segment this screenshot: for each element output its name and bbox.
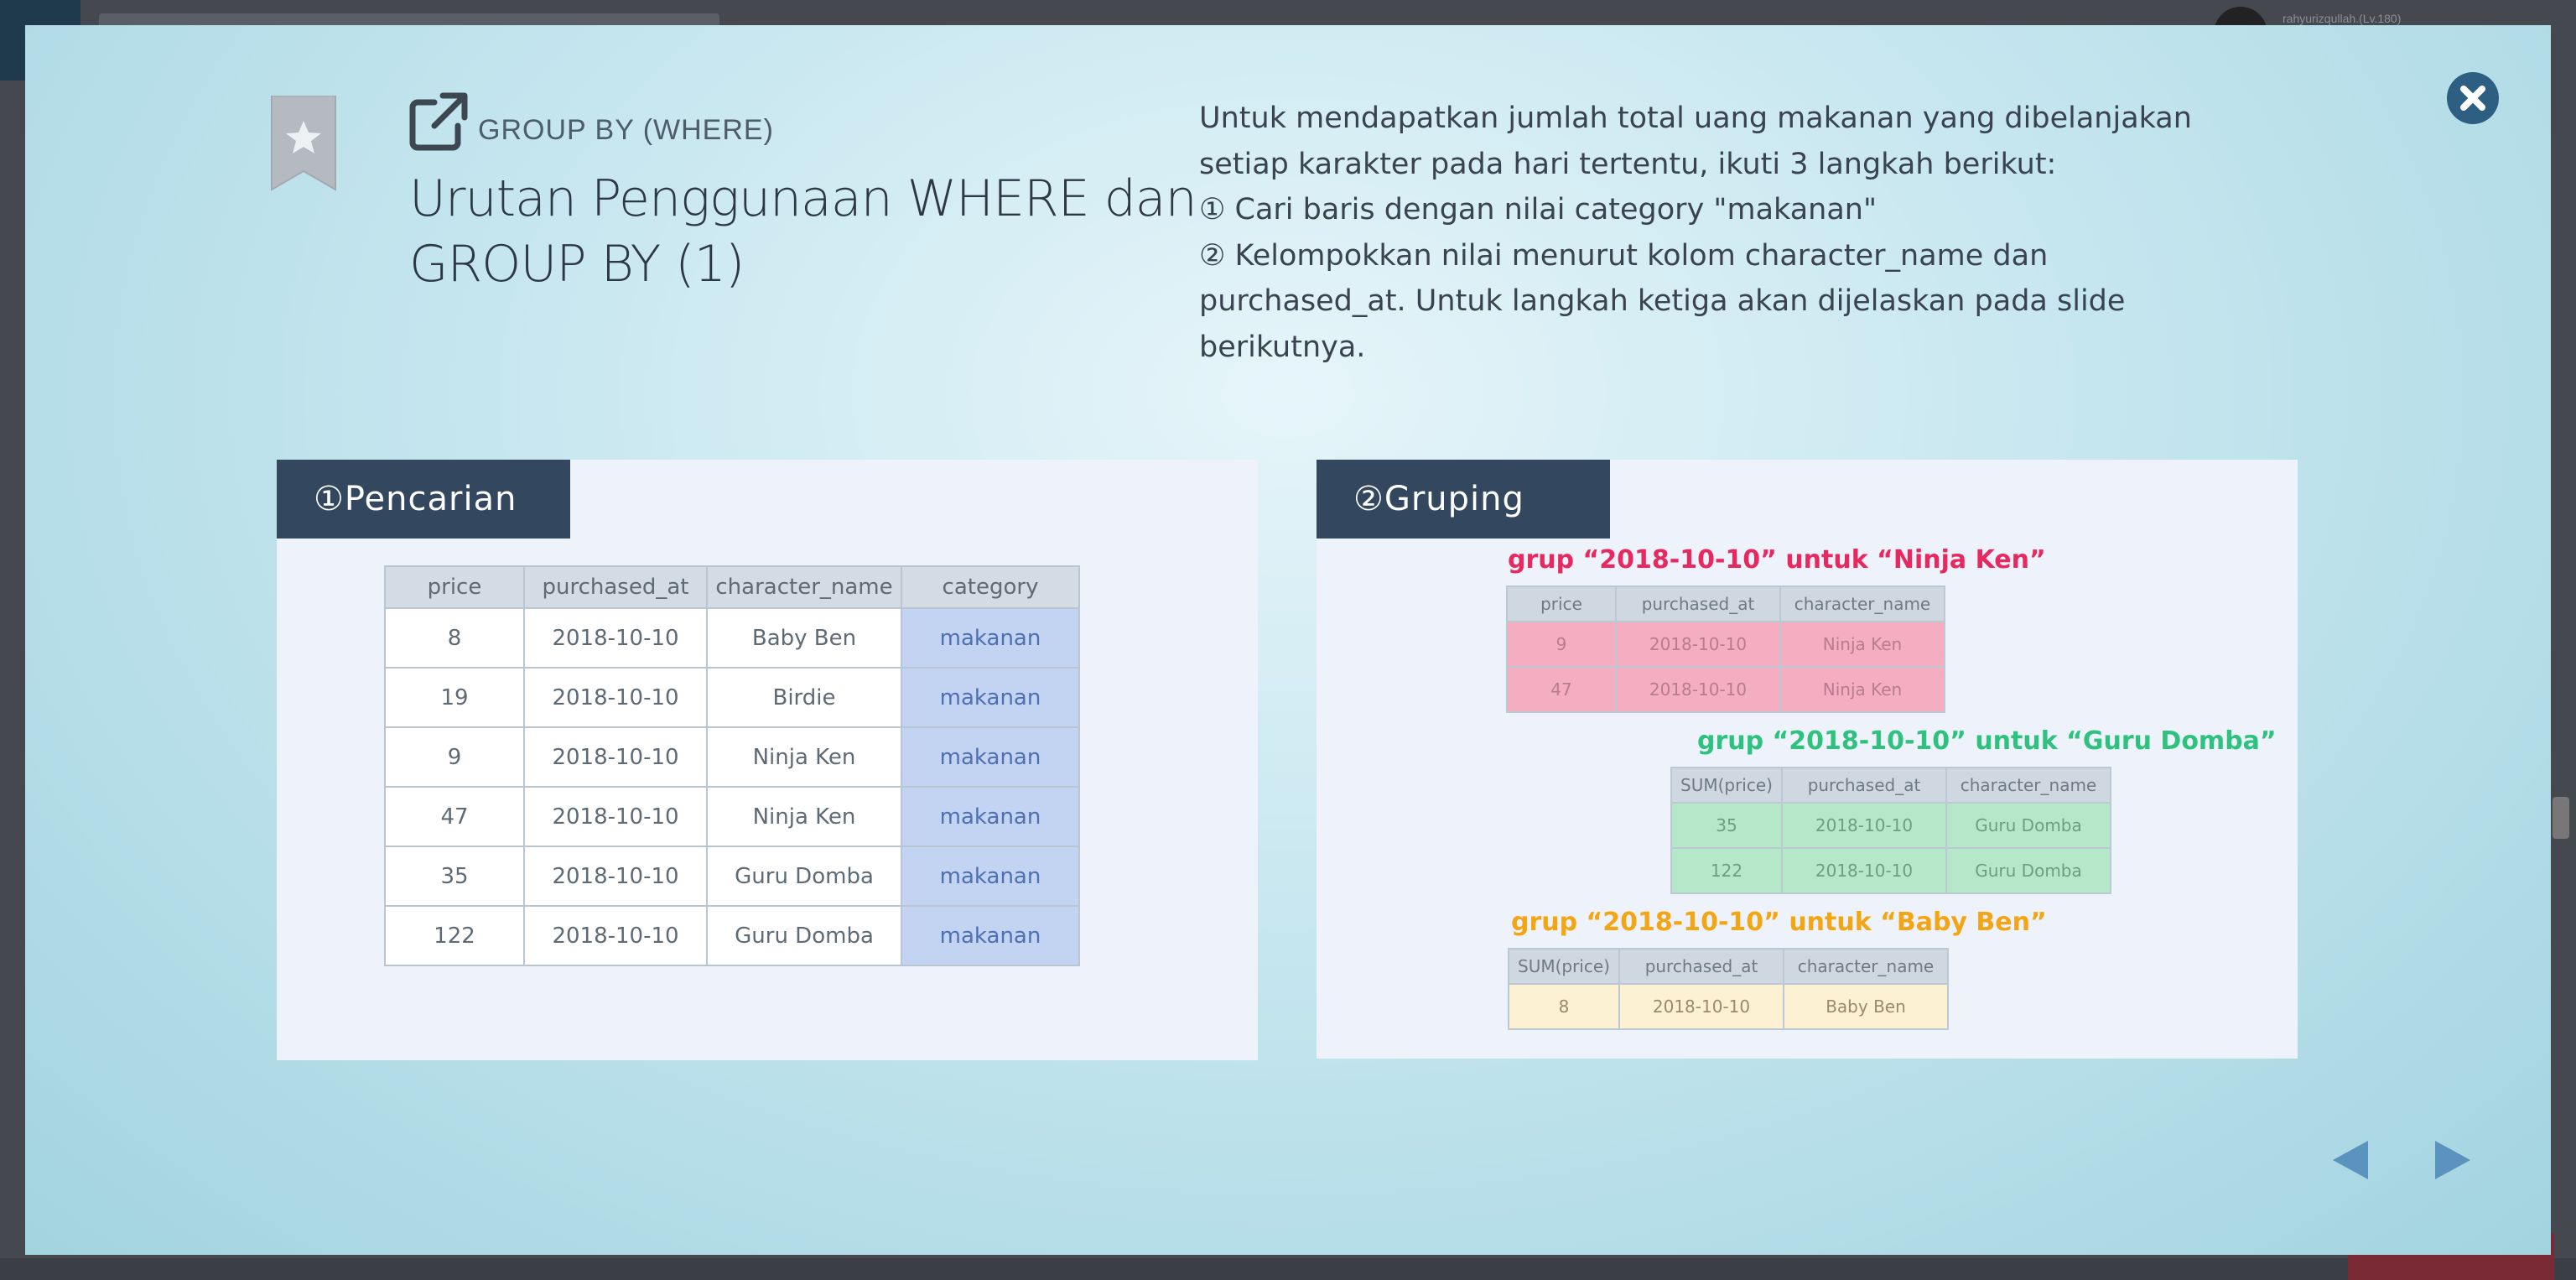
cell-price: 122 [384, 905, 525, 966]
table-row: 47 2018-10-10 Ninja Ken makanan [384, 786, 1080, 847]
group-label-baby-ben: grup “2018-10-10” untuk “Baby Ben” [1511, 908, 2047, 937]
slide-title: Urutan Penggunaan WHERE dan GROUP BY (1) [409, 169, 1197, 294]
table-row: 8 2018-10-10 Baby Ben makanan [384, 607, 1080, 669]
slide-modal: GROUP BY (WHERE) Urutan Penggunaan WHERE… [25, 25, 2551, 1255]
cell-purchased-at: 2018-10-10 [1615, 621, 1781, 668]
user-name: rahyurizqullah.(Lv.180) [2283, 12, 2402, 25]
cell-purchased-at: 2018-10-10 [523, 726, 708, 788]
table-row: 35 2018-10-10 Guru Domba makanan [384, 846, 1080, 907]
cell-category: makanan [901, 726, 1080, 788]
search-panel: ①Pencarian price purchased_at character_… [277, 460, 1258, 1060]
cell-character-name: Ninja Ken [1779, 621, 1945, 668]
close-button[interactable] [2447, 72, 2499, 124]
group-label-ninja-ken: grup “2018-10-10” untuk “Ninja Ken” [1508, 545, 2046, 575]
cell-price: 35 [384, 846, 525, 907]
cell-character-name: Baby Ben [1783, 983, 1949, 1030]
description-line: Untuk mendapatkan jumlah total uang maka… [1199, 101, 2192, 135]
group-table-ninja-ken: price purchased_at character_name 9 2018… [1506, 585, 1945, 713]
description-line: ② Kelompokkan nilai menurut kolom charac… [1199, 238, 2049, 273]
description-line: ① Cari baris dengan nilai category "maka… [1199, 193, 1877, 226]
cell-category: makanan [901, 667, 1080, 728]
cell-character-name: Birdie [706, 667, 902, 728]
prev-arrow-icon [2333, 1141, 2368, 1179]
column-header: purchased_at [1615, 585, 1781, 622]
cell-sum-price: 8 [1508, 983, 1620, 1030]
bookmark-star-icon[interactable] [268, 96, 339, 193]
column-header: category [901, 565, 1080, 609]
cell-character-name: Ninja Ken [706, 786, 902, 847]
cell-price: 8 [384, 607, 525, 669]
column-header: SUM(price) [1508, 948, 1620, 985]
table-header-row: price purchased_at character_name catego… [384, 565, 1080, 609]
slide-subtitle: GROUP BY (WHERE) [478, 114, 774, 146]
column-header: purchased_at [1781, 767, 1947, 804]
scrollbar-thumb [2553, 797, 2569, 839]
description-line: berikutnya. [1199, 330, 1366, 364]
table-header-row: SUM(price) purchased_at character_name [1508, 948, 1949, 985]
cell-category: makanan [901, 846, 1080, 907]
table-row: 9 2018-10-10 Ninja Ken [1506, 621, 1945, 668]
cell-sum-price: 35 [1670, 802, 1783, 849]
table-header-row: SUM(price) purchased_at character_name [1670, 767, 2111, 804]
cell-price: 19 [384, 667, 525, 728]
background-bottom-bar [0, 1258, 2576, 1280]
cell-purchased-at: 2018-10-10 [1618, 983, 1784, 1030]
column-header: character_name [1779, 585, 1945, 622]
external-link-icon[interactable] [409, 92, 468, 151]
next-slide-button[interactable] [2430, 1137, 2475, 1183]
cell-category: makanan [901, 905, 1080, 966]
cell-sum-price: 122 [1670, 847, 1783, 894]
previous-slide-button[interactable] [2328, 1137, 2373, 1183]
panel-title: ①Pencarian [277, 460, 570, 539]
cell-purchased-at: 2018-10-10 [523, 667, 708, 728]
table-row: 9 2018-10-10 Ninja Ken makanan [384, 726, 1080, 788]
group-table-guru-domba: SUM(price) purchased_at character_name 3… [1670, 767, 2111, 894]
group-table-baby-ben: SUM(price) purchased_at character_name 8… [1508, 948, 1949, 1030]
table-row: 8 2018-10-10 Baby Ben [1508, 983, 1949, 1030]
cell-price: 9 [384, 726, 525, 788]
cell-purchased-at: 2018-10-10 [1615, 666, 1781, 713]
cell-category: makanan [901, 786, 1080, 847]
slide-description: Untuk mendapatkan jumlah total uang maka… [1199, 96, 2239, 370]
cell-price: 47 [1506, 666, 1617, 713]
description-line: setiap karakter pada hari tertentu, ikut… [1199, 147, 2057, 181]
column-header: purchased_at [523, 565, 708, 609]
table-header-row: price purchased_at character_name [1506, 585, 1945, 622]
cell-price: 9 [1506, 621, 1617, 668]
column-header: purchased_at [1618, 948, 1784, 985]
column-header: character_name [706, 565, 902, 609]
search-table: price purchased_at character_name catego… [384, 565, 1080, 966]
cell-character-name: Ninja Ken [706, 726, 902, 788]
panel-title: ②Gruping [1317, 460, 1610, 539]
cell-character-name: Baby Ben [706, 607, 902, 669]
cell-purchased-at: 2018-10-10 [1781, 847, 1947, 894]
cell-purchased-at: 2018-10-10 [523, 786, 708, 847]
cell-purchased-at: 2018-10-10 [523, 905, 708, 966]
cell-character-name: Guru Domba [1945, 802, 2111, 849]
cell-purchased-at: 2018-10-10 [1781, 802, 1947, 849]
table-row: 19 2018-10-10 Birdie makanan [384, 667, 1080, 728]
cell-character-name: Guru Domba [706, 905, 902, 966]
column-header: SUM(price) [1670, 767, 1783, 804]
cell-category: makanan [901, 607, 1080, 669]
cell-character-name: Guru Domba [706, 846, 902, 907]
description-line: purchased_at. Untuk langkah ketiga akan … [1199, 284, 2126, 318]
cell-character-name: Guru Domba [1945, 847, 2111, 894]
column-header: character_name [1945, 767, 2111, 804]
column-header: price [384, 565, 525, 609]
cell-purchased-at: 2018-10-10 [523, 846, 708, 907]
table-row: 122 2018-10-10 Guru Domba makanan [384, 905, 1080, 966]
cell-purchased-at: 2018-10-10 [523, 607, 708, 669]
next-arrow-icon [2435, 1141, 2470, 1179]
column-header: character_name [1783, 948, 1949, 985]
table-row: 47 2018-10-10 Ninja Ken [1506, 666, 1945, 713]
cell-price: 47 [384, 786, 525, 847]
table-row: 122 2018-10-10 Guru Domba [1670, 847, 2111, 894]
column-header: price [1506, 585, 1617, 622]
grouping-panel: ②Gruping grup “2018-10-10” untuk “Ninja … [1317, 460, 2298, 1059]
cell-character-name: Ninja Ken [1779, 666, 1945, 713]
close-icon [2460, 86, 2485, 111]
table-row: 35 2018-10-10 Guru Domba [1670, 802, 2111, 849]
group-label-guru-domba: grup “2018-10-10” untuk “Guru Domba” [1697, 726, 2277, 756]
